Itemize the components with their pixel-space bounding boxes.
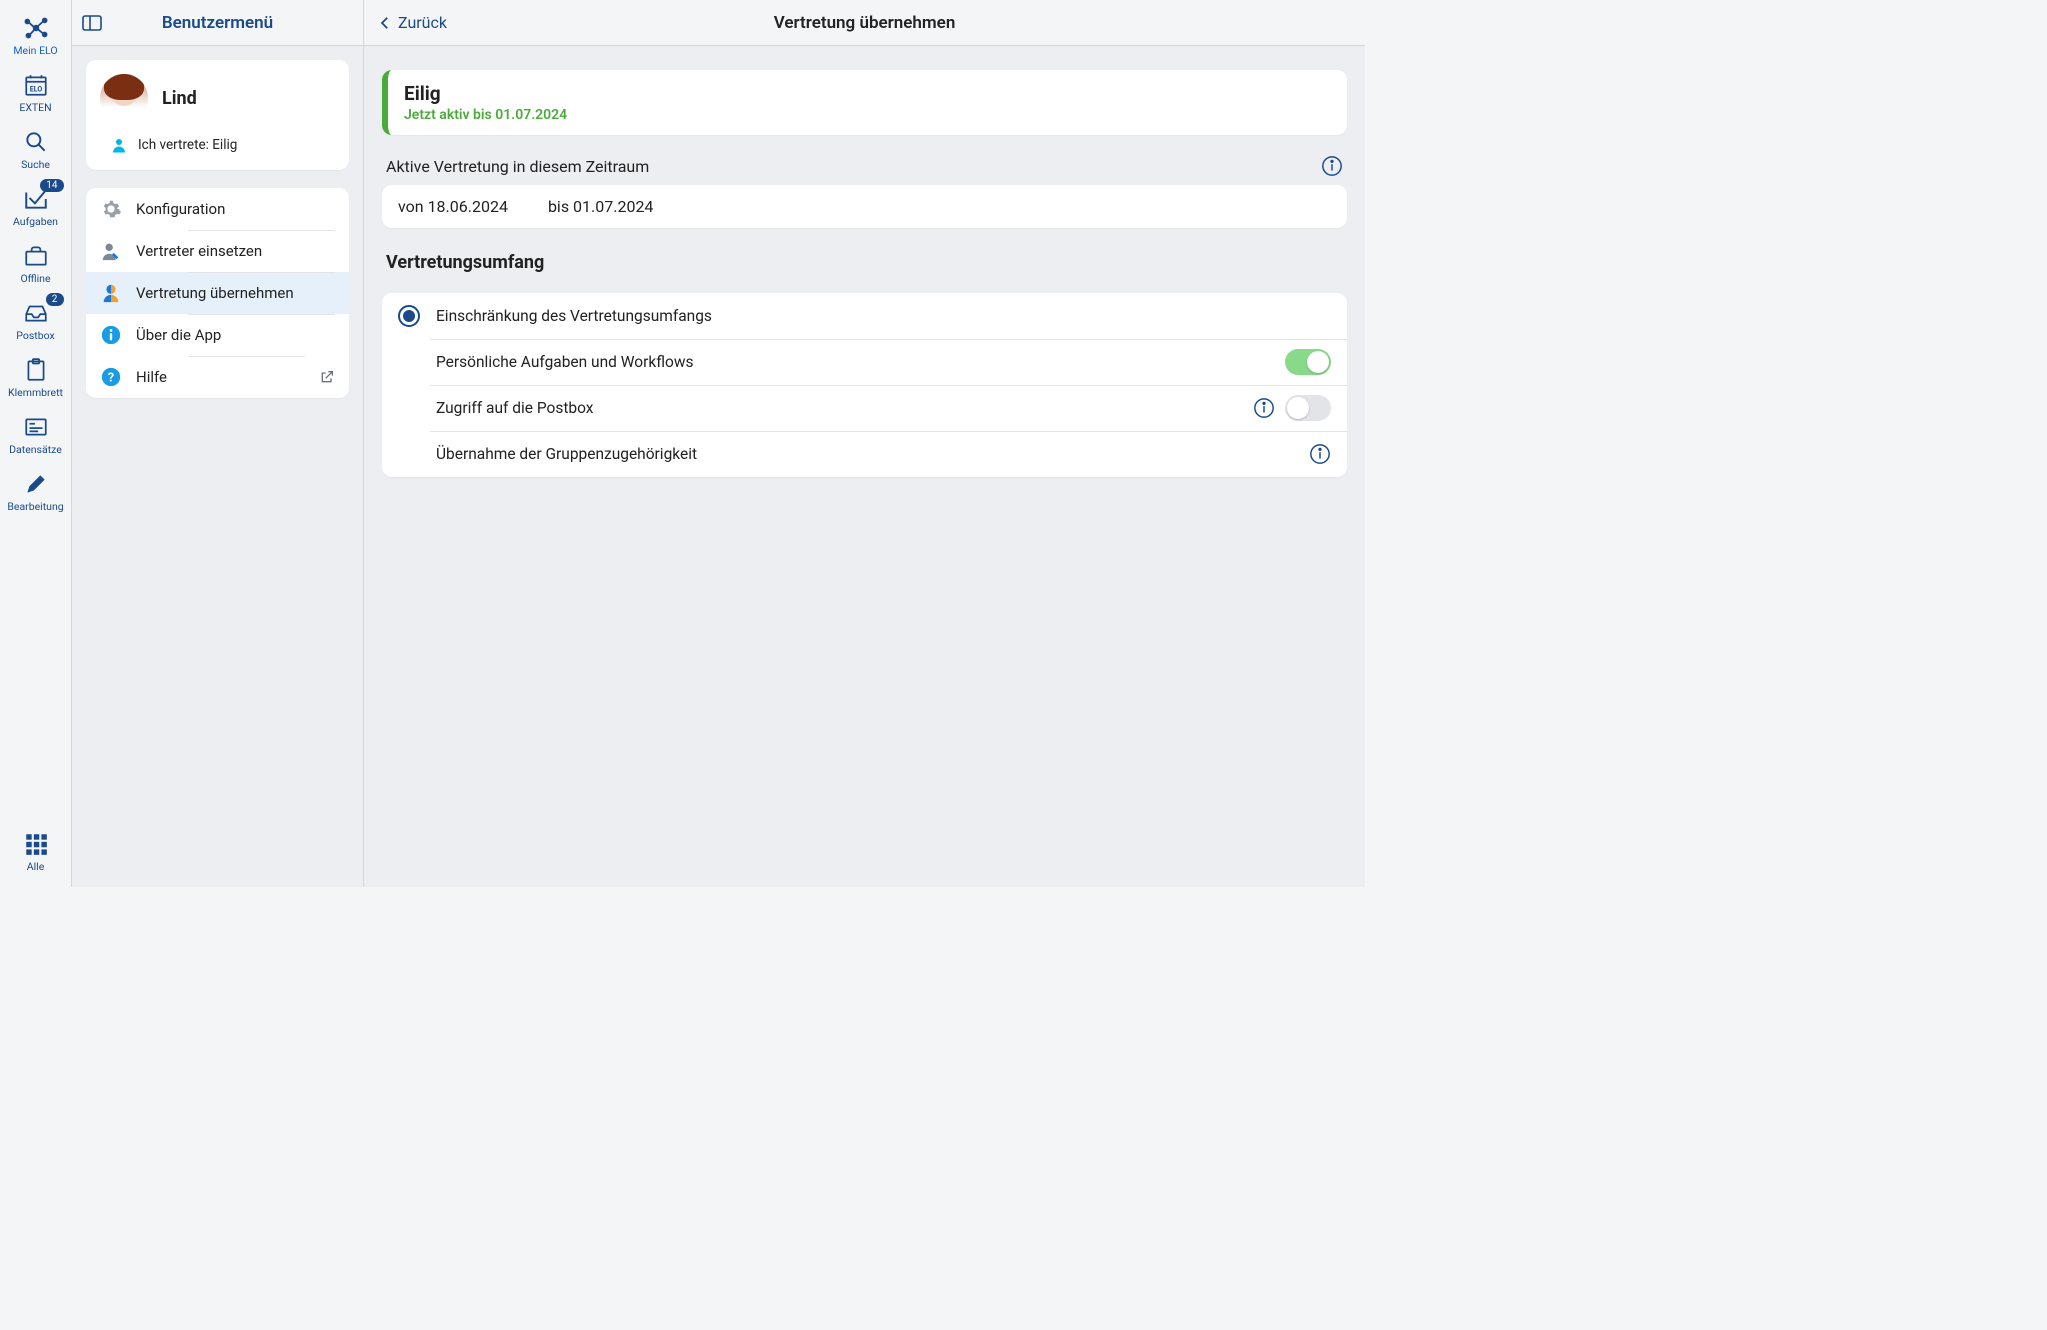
menu-item-help[interactable]: ? Hilfe — [86, 356, 349, 398]
rail-item-aufgaben[interactable]: 14 Aufgaben — [0, 177, 72, 234]
menu-label: Konfiguration — [136, 188, 335, 230]
scope-row-postbox: Zugriff auf die Postbox — [382, 385, 1347, 431]
user-wrench-icon — [100, 240, 122, 262]
radio-selected-icon — [398, 305, 420, 327]
postbox-badge: 2 — [46, 293, 64, 306]
calendar-elo-icon: ELO — [22, 71, 50, 99]
user-name: Lind — [162, 88, 197, 109]
user-menu-title: Benutzermenü — [108, 13, 327, 33]
external-link-icon — [319, 369, 335, 385]
rail-label: Suche — [21, 158, 50, 171]
menu-label: Hilfe — [136, 356, 305, 398]
back-label: Zurück — [398, 13, 447, 32]
chevron-left-icon — [376, 14, 394, 32]
rail-item-klemmbrett[interactable]: Klemmbrett — [0, 348, 72, 405]
gear-icon — [100, 198, 122, 220]
sidebar-toggle-icon[interactable] — [80, 11, 104, 35]
scope-row-groups: Übernahme der Gruppenzugehörigkeit — [382, 431, 1347, 477]
help-icon: ? — [100, 366, 122, 388]
aufgaben-badge: 14 — [40, 179, 63, 192]
rail-label: Datensätze — [9, 443, 62, 456]
scope-row-label: Persönliche Aufgaben und Workflows — [436, 353, 1275, 371]
user-rep-text: Ich vertrete: Eilig — [138, 137, 237, 153]
switch-tasks[interactable] — [1285, 349, 1331, 375]
user-menu-panel: Benutzermenü Lind Ich vertrete: Eilig — [72, 0, 364, 887]
scope-card: Einschränkung des Vertretungsumfangs Per… — [382, 293, 1347, 477]
menu-label: Über die App — [136, 314, 335, 356]
rail-label: Offline — [20, 272, 50, 285]
rail-item-postbox[interactable]: 2 Postbox — [0, 291, 72, 348]
inbox-icon — [22, 299, 50, 327]
scope-radio-row[interactable]: Einschränkung des Vertretungsumfangs — [382, 293, 1347, 339]
period-to: bis 01.07.2024 — [548, 197, 653, 216]
back-button[interactable]: Zurück — [376, 13, 447, 32]
user-card: Lind Ich vertrete: Eilig — [86, 60, 349, 170]
scope-row-label: Zugriff auf die Postbox — [436, 399, 1253, 417]
user-split-icon — [100, 282, 122, 304]
rail-item-suche[interactable]: Suche — [0, 120, 72, 177]
period-section: Aktive Vertretung in diesem Zeitraum von… — [382, 155, 1347, 228]
svg-text:?: ? — [108, 371, 114, 386]
banner-subtitle: Jetzt aktiv bis 01.07.2024 — [404, 107, 1331, 123]
briefcase-icon — [22, 242, 50, 270]
menu-item-config[interactable]: Konfiguration — [86, 188, 349, 230]
info-icon[interactable] — [1321, 155, 1343, 177]
scope-radio-label: Einschränkung des Vertretungsumfangs — [436, 307, 1331, 325]
rail-item-mein-elo[interactable]: Mein ELO — [0, 6, 72, 63]
active-rep-banner: Eilig Jetzt aktiv bis 01.07.2024 — [382, 70, 1347, 135]
rail-item-offline[interactable]: Offline — [0, 234, 72, 291]
switch-postbox[interactable] — [1285, 395, 1331, 421]
info-icon[interactable] — [1253, 397, 1275, 419]
rail-item-bearbeitung[interactable]: Bearbeitung — [0, 462, 72, 519]
period-heading: Aktive Vertretung in diesem Zeitraum — [386, 157, 649, 176]
user-menu-header: Benutzermenü — [72, 0, 363, 46]
detail-header: Zurück Vertretung übernehmen — [364, 0, 1365, 46]
network-icon — [22, 14, 50, 42]
menu-label: Vertreter einsetzen — [136, 230, 335, 272]
rail-label: Klemmbrett — [8, 386, 63, 399]
pencil-icon — [22, 470, 50, 498]
scope-row-label: Übernahme der Gruppenzugehörigkeit — [436, 445, 1309, 463]
clipboard-icon — [22, 356, 50, 384]
left-rail: Mein ELO ELO EXTEN Suche 14 — [0, 0, 72, 887]
rail-label: EXTEN — [19, 101, 51, 114]
grid-icon — [22, 830, 50, 858]
info-icon[interactable] — [1309, 443, 1331, 465]
scope-row-tasks: Persönliche Aufgaben und Workflows — [382, 339, 1347, 385]
rail-item-alle[interactable]: Alle — [0, 822, 72, 887]
svg-text:ELO: ELO — [29, 85, 42, 94]
menu-item-about[interactable]: Über die App — [86, 314, 349, 356]
rail-label: Postbox — [16, 329, 54, 342]
period-from: von 18.06.2024 — [398, 197, 508, 216]
scope-heading: Vertretungsumfang — [382, 252, 1347, 273]
form-icon — [22, 413, 50, 441]
rail-item-exten[interactable]: ELO EXTEN — [0, 63, 72, 120]
banner-title: Eilig — [404, 82, 1331, 105]
avatar — [100, 74, 148, 122]
user-rep-icon — [110, 136, 128, 154]
menu-item-take-rep[interactable]: Vertretung übernehmen — [86, 272, 349, 314]
search-icon — [22, 128, 50, 156]
rail-label: Aufgaben — [13, 215, 58, 228]
menu-item-set-rep[interactable]: Vertreter einsetzen — [86, 230, 349, 272]
period-card: von 18.06.2024 bis 01.07.2024 — [382, 185, 1347, 228]
rail-item-datensaetze[interactable]: Datensätze — [0, 405, 72, 462]
detail-title: Vertretung übernehmen — [364, 13, 1365, 33]
info-icon — [100, 324, 122, 346]
user-rep-row: Ich vertrete: Eilig — [100, 136, 335, 154]
rail-label: Mein ELO — [13, 44, 57, 57]
rail-label: Alle — [27, 860, 45, 873]
menu-card: Konfiguration Vertreter einsetzen Vertre… — [86, 188, 349, 398]
rail-label: Bearbeitung — [7, 500, 63, 513]
detail-panel: Zurück Vertretung übernehmen Eilig Jetzt… — [364, 0, 1365, 887]
menu-label: Vertretung übernehmen — [136, 272, 335, 314]
